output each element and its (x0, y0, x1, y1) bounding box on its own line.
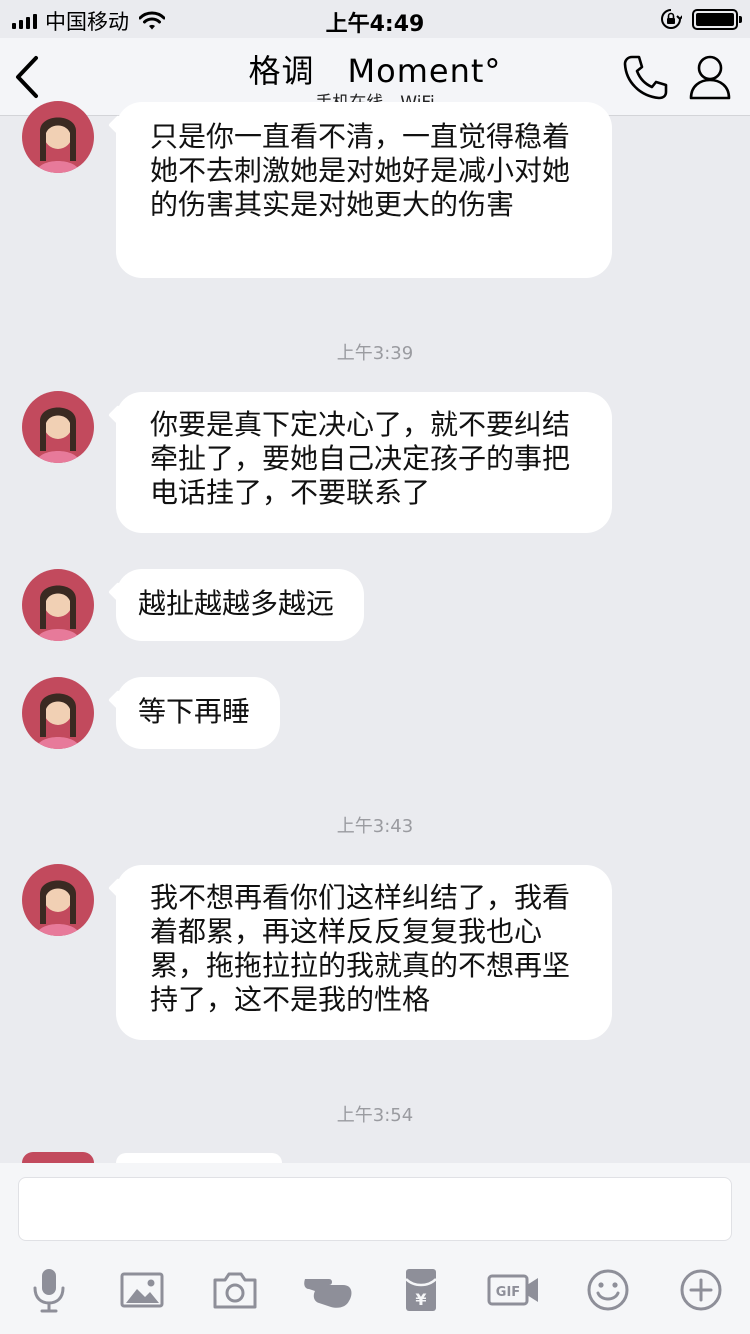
message-bubble[interactable]: 你要是真下定决心了，就不要纠结牵扯了，要她自己决定孩子的事把电话挂了，不要联系了 (116, 392, 612, 533)
message-bubble-partial[interactable] (116, 1153, 282, 1163)
input-area: ¥ GIF (0, 1163, 750, 1334)
contact-avatar[interactable] (22, 391, 94, 463)
status-time: 上午4:49 (325, 12, 425, 37)
gif-icon: GIF (487, 1274, 538, 1306)
red-packet-symbol: ¥ (415, 1290, 426, 1309)
status-right (660, 8, 742, 30)
emoji-icon (587, 1269, 629, 1311)
microphone-icon (33, 1269, 65, 1313)
timestamp: 上午3:43 (336, 816, 414, 837)
rotation-lock-icon (661, 9, 682, 29)
gif-label: GIF (496, 1285, 520, 1300)
phone-icon (623, 55, 668, 100)
plus-icon (680, 1269, 722, 1311)
message-bubble[interactable]: 只是你一直看不清，一直觉得稳着她不去刺激她是对她好是减小对她的伤害其实是对她更大… (116, 102, 612, 278)
timestamp: 上午3:54 (336, 1105, 414, 1126)
timestamp: 上午3:39 (336, 343, 414, 364)
message-bubble[interactable]: 等下再睡 (116, 677, 281, 749)
red-packet-button[interactable]: ¥ (396, 1265, 446, 1315)
contact-avatar[interactable] (22, 569, 94, 641)
call-button[interactable] (620, 52, 670, 102)
red-packet-icon: ¥ (405, 1269, 437, 1311)
microphone-button[interactable] (24, 1265, 74, 1315)
person-icon (689, 55, 731, 100)
camera-icon (213, 1272, 257, 1309)
contact-avatar[interactable] (22, 101, 94, 173)
camera-button[interactable] (210, 1265, 260, 1315)
gif-button[interactable]: GIF (487, 1265, 541, 1315)
more-button[interactable] (676, 1265, 726, 1315)
image-button[interactable] (117, 1265, 167, 1315)
message-bubble[interactable]: 越扯越越多越远 (116, 569, 365, 641)
message-bubble[interactable]: 我不想再看你们这样纠结了，我看着都累，再这样反反复复我也心累，拖拖拉拉的我就真的… (116, 865, 612, 1040)
poke-button[interactable] (303, 1265, 353, 1315)
contact-avatar[interactable] (22, 1152, 94, 1163)
battery-icon (692, 8, 742, 30)
image-icon (120, 1272, 164, 1308)
contact-avatar[interactable] (22, 864, 94, 936)
poke-hand-icon (304, 1279, 352, 1308)
message-input[interactable] (18, 1177, 732, 1241)
profile-button[interactable] (686, 52, 734, 102)
status-bar: 中国移动 上午4:49 (0, 0, 750, 38)
emoji-button[interactable] (583, 1265, 633, 1315)
contact-avatar[interactable] (22, 677, 94, 749)
